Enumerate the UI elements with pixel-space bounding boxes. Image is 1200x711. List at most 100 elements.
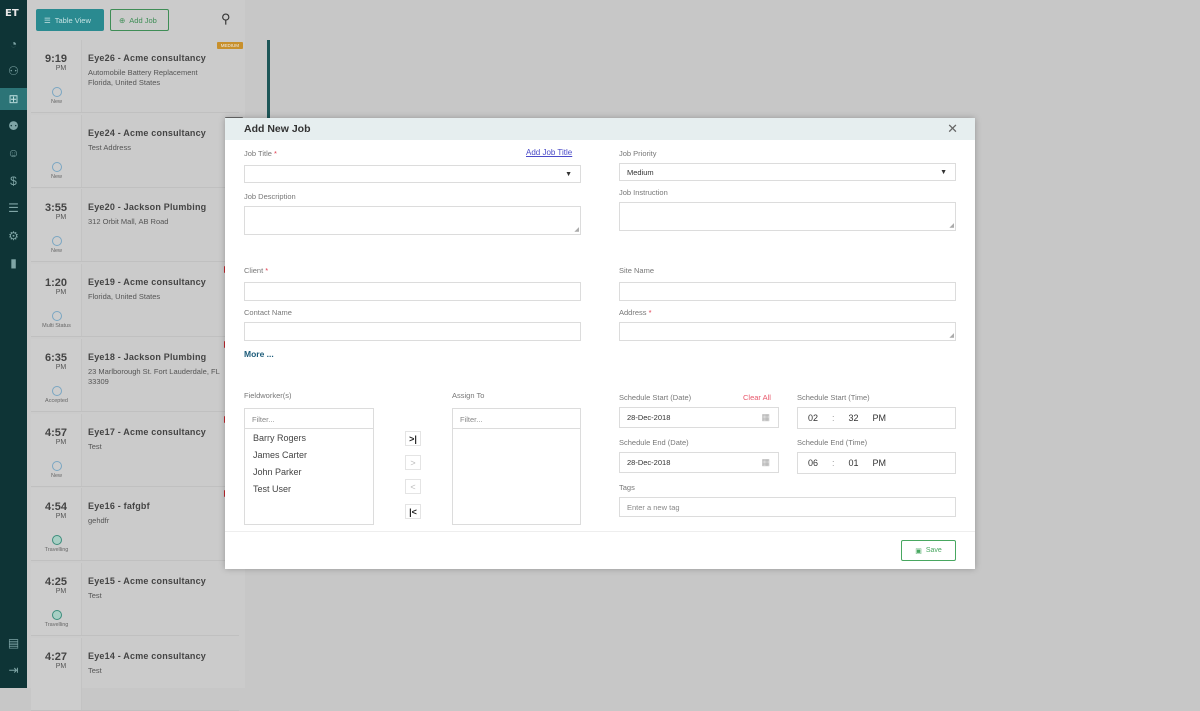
job-status: Travelling bbox=[31, 609, 82, 628]
move-all-right-button[interactable]: >| bbox=[405, 431, 421, 446]
scrollbar[interactable] bbox=[267, 40, 270, 118]
job-description-label: Job Description bbox=[244, 192, 296, 201]
client-input[interactable] bbox=[244, 282, 581, 301]
job-list-panel: ☰ Table View ⊕ Add Job ⚲ 9:19 PM New Eye26… bbox=[27, 0, 270, 711]
search-icon[interactable]: ⚲ bbox=[221, 11, 231, 27]
caret-down-icon: ▼ bbox=[940, 168, 947, 176]
job-ampm: PM bbox=[55, 214, 67, 222]
job-detail-line: Florida, United States bbox=[88, 292, 161, 302]
job-ampm: PM bbox=[55, 289, 67, 297]
job-title: Eye19 - Acme consultancy bbox=[88, 277, 207, 288]
add-job-button[interactable]: ⊕ Add Job bbox=[110, 9, 169, 31]
job-card[interactable]: 4:27 PM Eye14 - Acme consultancy Test bbox=[31, 637, 239, 711]
job-detail-line: Florida, United States bbox=[88, 78, 161, 87]
dashboard-icon[interactable]: ◔ bbox=[0, 33, 27, 55]
contact-name-input[interactable] bbox=[244, 322, 581, 341]
job-status: Travelling bbox=[31, 535, 82, 553]
caret-down-icon: ▼ bbox=[565, 170, 572, 178]
job-title: Eye24 - Acme consultancy bbox=[88, 127, 207, 138]
modal-title: Add New Job bbox=[225, 118, 975, 140]
fieldworker-item[interactable]: Test User bbox=[245, 482, 373, 499]
fieldworker-item[interactable]: Barry Rogers bbox=[245, 431, 373, 448]
clients-icon[interactable]: ☺ bbox=[0, 142, 27, 164]
add-job-title-link[interactable]: Add Job Title bbox=[526, 148, 572, 157]
close-icon[interactable]: ✕ bbox=[947, 121, 958, 137]
job-card[interactable]: 4:25 PM Travelling Eye15 - Acme consulta… bbox=[31, 562, 239, 636]
job-card[interactable]: 4:54 PM Travelling Eye16 - fafgbf gehdfr … bbox=[31, 488, 243, 562]
job-time-column: 1:20 PM Multi Status bbox=[31, 264, 82, 337]
job-description-textarea[interactable]: ◢ bbox=[244, 206, 581, 235]
clear-all-link[interactable]: Clear All bbox=[743, 393, 771, 402]
add-file-icon: ⊕ bbox=[119, 15, 126, 25]
schedule-start-time-input[interactable]: 02:32 PM bbox=[797, 407, 956, 429]
status-icon bbox=[51, 535, 62, 546]
priority-badge: MEDIUM bbox=[216, 42, 243, 49]
job-card[interactable]: 6:35 PM Accepted Eye18 - Jackson Plumbin… bbox=[31, 338, 243, 412]
status-icon bbox=[51, 385, 62, 396]
audit-icon[interactable]: ▤ bbox=[0, 632, 27, 654]
job-card[interactable]: 9:19 PM New Eye26 - Acme consultancy Auto… bbox=[31, 40, 243, 113]
team-icon[interactable]: ⚉ bbox=[0, 115, 27, 137]
job-time: 6:35 bbox=[44, 351, 68, 364]
save-button[interactable]: ▣ Save bbox=[901, 540, 956, 561]
assign-to-label: Assign To bbox=[452, 391, 485, 400]
job-detail-line: Automobile Battery Replacement bbox=[88, 68, 198, 77]
job-detail-line: Test Address bbox=[88, 142, 131, 152]
user-icon[interactable]: ⚇ bbox=[0, 60, 27, 82]
assign-to-filter-input[interactable]: Filter... bbox=[453, 409, 580, 429]
job-time-column: 4:27 PM bbox=[31, 637, 82, 710]
job-time-column: 4:25 PM Travelling bbox=[31, 562, 82, 635]
schedule-start-date-label: Schedule Start (Date) bbox=[619, 393, 692, 402]
job-title-select[interactable]: ▼ bbox=[244, 165, 581, 183]
app-logo: ET bbox=[5, 8, 19, 19]
invoice-icon[interactable]: $ bbox=[0, 170, 27, 192]
schedule-start-date-input[interactable]: 28-Dec-2018 ▦ bbox=[619, 407, 779, 428]
tags-input[interactable]: Enter a new tag bbox=[619, 497, 956, 517]
address-textarea[interactable]: ◢ bbox=[619, 322, 956, 341]
tags-label: Tags bbox=[619, 483, 635, 492]
site-name-input[interactable] bbox=[619, 282, 956, 301]
schedule-end-date-input[interactable]: 28-Dec-2018 ▦ bbox=[619, 452, 779, 473]
schedule-end-date-label: Schedule End (Date) bbox=[619, 438, 689, 447]
job-card[interactable]: 3:55 PM New Eye20 - Jackson Plumbing 312 … bbox=[31, 189, 243, 263]
job-status: New bbox=[31, 161, 82, 180]
list-icon: ☰ bbox=[44, 15, 51, 25]
job-detail-line: gehdfr bbox=[88, 516, 110, 526]
calendar-icon[interactable]: ▦ bbox=[761, 457, 770, 468]
table-view-button[interactable]: ☰ Table View bbox=[36, 9, 104, 31]
job-detail-line: Test bbox=[88, 441, 102, 451]
job-time-column: 9:19 PM New bbox=[31, 40, 82, 112]
job-priority-label: Job Priority bbox=[619, 149, 657, 158]
job-card[interactable]: New Eye24 - Acme consultancy Test Address… bbox=[31, 114, 243, 188]
job-title-label: Job Title * bbox=[244, 149, 277, 158]
fieldworkers-filter-input[interactable]: Filter... bbox=[245, 409, 373, 429]
job-title: Eye17 - Acme consultancy bbox=[88, 426, 207, 437]
more-link[interactable]: More ... bbox=[244, 349, 274, 359]
job-instruction-textarea[interactable]: ◢ bbox=[619, 202, 956, 231]
jobs-icon[interactable]: ⊞ bbox=[0, 88, 27, 110]
job-card[interactable]: 1:20 PM Multi Status Eye19 - Acme consul… bbox=[31, 264, 243, 338]
job-time: 9:19 bbox=[44, 53, 68, 65]
logout-icon[interactable]: ⇥ bbox=[0, 659, 27, 681]
job-status: New bbox=[31, 236, 82, 254]
job-card[interactable]: 4:57 PM New Eye17 - Acme consultancy Test… bbox=[31, 413, 243, 487]
job-priority-select[interactable]: Medium ▼ bbox=[619, 163, 956, 181]
client-label: Client * bbox=[244, 266, 269, 275]
move-left-button[interactable]: < bbox=[405, 479, 421, 494]
job-title: Eye15 - Acme consultancy bbox=[88, 575, 207, 586]
schedule-end-time-input[interactable]: 06:01 PM bbox=[797, 452, 956, 474]
job-time: 4:27 bbox=[44, 650, 68, 663]
fieldworker-item[interactable]: James Carter bbox=[245, 448, 373, 465]
move-all-left-button[interactable]: |< bbox=[405, 504, 421, 519]
settings-icon[interactable]: ⚙ bbox=[0, 225, 27, 247]
move-right-button[interactable]: > bbox=[405, 455, 421, 470]
status-icon bbox=[51, 609, 62, 620]
chart-icon[interactable]: ▮ bbox=[0, 252, 27, 274]
job-time-column: New bbox=[31, 114, 82, 187]
calendar-icon[interactable]: ▦ bbox=[761, 412, 770, 423]
modal-footer-divider bbox=[225, 531, 975, 532]
reports-icon[interactable]: ☰ bbox=[0, 197, 27, 219]
job-time-column: 3:55 PM New bbox=[31, 189, 82, 262]
job-ampm: PM bbox=[55, 587, 67, 595]
fieldworker-item[interactable]: John Parker bbox=[245, 465, 373, 482]
